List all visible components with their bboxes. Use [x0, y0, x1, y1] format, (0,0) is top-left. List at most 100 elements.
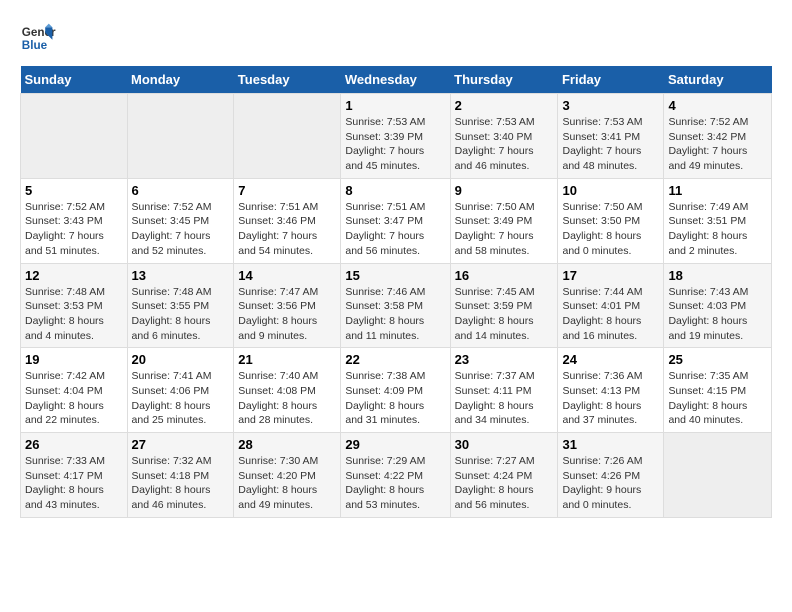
calendar-day-cell	[21, 94, 128, 179]
calendar-day-cell: 14 Sunrise: 7:47 AM Sunset: 3:56 PM Dayli…	[234, 263, 341, 348]
weekday-header: Friday	[558, 66, 664, 94]
day-number: 3	[562, 98, 659, 113]
calendar-day-cell	[664, 433, 772, 518]
day-info: Sunrise: 7:52 AM Sunset: 3:45 PM Dayligh…	[132, 200, 230, 259]
calendar-day-cell: 24 Sunrise: 7:36 AM Sunset: 4:13 PM Dayli…	[558, 348, 664, 433]
day-number: 21	[238, 352, 336, 367]
calendar-day-cell: 3 Sunrise: 7:53 AM Sunset: 3:41 PM Daylig…	[558, 94, 664, 179]
day-info: Sunrise: 7:40 AM Sunset: 4:08 PM Dayligh…	[238, 369, 336, 428]
calendar-day-cell: 6 Sunrise: 7:52 AM Sunset: 3:45 PM Daylig…	[127, 178, 234, 263]
calendar-week-row: 5 Sunrise: 7:52 AM Sunset: 3:43 PM Daylig…	[21, 178, 772, 263]
calendar-day-cell: 2Sunrise: 7:53 AM Sunset: 3:40 PM Daylig…	[450, 94, 558, 179]
day-number: 13	[132, 268, 230, 283]
day-info: Sunrise: 7:52 AM Sunset: 3:42 PM Dayligh…	[668, 115, 767, 174]
day-info: Sunrise: 7:33 AM Sunset: 4:17 PM Dayligh…	[25, 454, 123, 513]
weekday-header: Saturday	[664, 66, 772, 94]
day-number: 31	[562, 437, 659, 452]
day-number: 29	[345, 437, 445, 452]
calendar-day-cell	[127, 94, 234, 179]
day-info: Sunrise: 7:47 AM Sunset: 3:56 PM Dayligh…	[238, 285, 336, 344]
day-number: 7	[238, 183, 336, 198]
calendar-day-cell: 23 Sunrise: 7:37 AM Sunset: 4:11 PM Dayli…	[450, 348, 558, 433]
day-number: 28	[238, 437, 336, 452]
day-number: 2	[455, 98, 554, 113]
calendar-day-cell: 10 Sunrise: 7:50 AM Sunset: 3:50 PM Dayli…	[558, 178, 664, 263]
day-info: Sunrise: 7:36 AM Sunset: 4:13 PM Dayligh…	[562, 369, 659, 428]
day-info: Sunrise: 7:27 AM Sunset: 4:24 PM Dayligh…	[455, 454, 554, 513]
day-number: 17	[562, 268, 659, 283]
calendar-day-cell: 16 Sunrise: 7:45 AM Sunset: 3:59 PM Dayli…	[450, 263, 558, 348]
day-number: 12	[25, 268, 123, 283]
day-number: 14	[238, 268, 336, 283]
calendar-day-cell: 20 Sunrise: 7:41 AM Sunset: 4:06 PM Dayli…	[127, 348, 234, 433]
calendar-table: SundayMondayTuesdayWednesdayThursdayFrid…	[20, 66, 772, 518]
day-number: 6	[132, 183, 230, 198]
calendar-day-cell	[234, 94, 341, 179]
weekday-header: Thursday	[450, 66, 558, 94]
calendar-header: SundayMondayTuesdayWednesdayThursdayFrid…	[21, 66, 772, 94]
day-info: Sunrise: 7:29 AM Sunset: 4:22 PM Dayligh…	[345, 454, 445, 513]
day-number: 4	[668, 98, 767, 113]
calendar-day-cell: 13 Sunrise: 7:48 AM Sunset: 3:55 PM Dayli…	[127, 263, 234, 348]
day-info: Sunrise: 7:49 AM Sunset: 3:51 PM Dayligh…	[668, 200, 767, 259]
calendar-day-cell: 1 Sunrise: 7:53 AM Sunset: 3:39 PM Daylig…	[341, 94, 450, 179]
calendar-week-row: 26Sunrise: 7:33 AM Sunset: 4:17 PM Dayli…	[21, 433, 772, 518]
calendar-day-cell: 7Sunrise: 7:51 AM Sunset: 3:46 PM Daylig…	[234, 178, 341, 263]
day-info: Sunrise: 7:50 AM Sunset: 3:49 PM Dayligh…	[455, 200, 554, 259]
day-info: Sunrise: 7:37 AM Sunset: 4:11 PM Dayligh…	[455, 369, 554, 428]
day-number: 19	[25, 352, 123, 367]
weekday-header: Wednesday	[341, 66, 450, 94]
day-number: 5	[25, 183, 123, 198]
calendar-day-cell: 15 Sunrise: 7:46 AM Sunset: 3:58 PM Dayli…	[341, 263, 450, 348]
calendar-day-cell: 30 Sunrise: 7:27 AM Sunset: 4:24 PM Dayli…	[450, 433, 558, 518]
day-info: Sunrise: 7:35 AM Sunset: 4:15 PM Dayligh…	[668, 369, 767, 428]
day-number: 15	[345, 268, 445, 283]
day-number: 8	[345, 183, 445, 198]
day-number: 23	[455, 352, 554, 367]
calendar-week-row: 1 Sunrise: 7:53 AM Sunset: 3:39 PM Daylig…	[21, 94, 772, 179]
svg-text:Blue: Blue	[22, 39, 48, 52]
day-number: 24	[562, 352, 659, 367]
calendar-day-cell: 27 Sunrise: 7:32 AM Sunset: 4:18 PM Dayli…	[127, 433, 234, 518]
day-number: 20	[132, 352, 230, 367]
calendar-day-cell: 22Sunrise: 7:38 AM Sunset: 4:09 PM Dayli…	[341, 348, 450, 433]
calendar-day-cell: 12Sunrise: 7:48 AM Sunset: 3:53 PM Dayli…	[21, 263, 128, 348]
weekday-header: Sunday	[21, 66, 128, 94]
day-number: 1	[345, 98, 445, 113]
day-info: Sunrise: 7:41 AM Sunset: 4:06 PM Dayligh…	[132, 369, 230, 428]
day-number: 11	[668, 183, 767, 198]
day-info: Sunrise: 7:32 AM Sunset: 4:18 PM Dayligh…	[132, 454, 230, 513]
logo: General Blue	[20, 20, 56, 56]
calendar-day-cell: 25 Sunrise: 7:35 AM Sunset: 4:15 PM Dayli…	[664, 348, 772, 433]
weekday-header: Tuesday	[234, 66, 341, 94]
day-info: Sunrise: 7:52 AM Sunset: 3:43 PM Dayligh…	[25, 200, 123, 259]
calendar-day-cell: 17 Sunrise: 7:44 AM Sunset: 4:01 PM Dayli…	[558, 263, 664, 348]
day-info: Sunrise: 7:50 AM Sunset: 3:50 PM Dayligh…	[562, 200, 659, 259]
calendar-day-cell: 4 Sunrise: 7:52 AM Sunset: 3:42 PM Daylig…	[664, 94, 772, 179]
calendar-day-cell: 26Sunrise: 7:33 AM Sunset: 4:17 PM Dayli…	[21, 433, 128, 518]
day-number: 10	[562, 183, 659, 198]
day-number: 16	[455, 268, 554, 283]
day-info: Sunrise: 7:45 AM Sunset: 3:59 PM Dayligh…	[455, 285, 554, 344]
day-number: 30	[455, 437, 554, 452]
calendar-day-cell: 21 Sunrise: 7:40 AM Sunset: 4:08 PM Dayli…	[234, 348, 341, 433]
day-info: Sunrise: 7:53 AM Sunset: 3:39 PM Dayligh…	[345, 115, 445, 174]
day-info: Sunrise: 7:44 AM Sunset: 4:01 PM Dayligh…	[562, 285, 659, 344]
day-number: 27	[132, 437, 230, 452]
calendar-day-cell: 19Sunrise: 7:42 AM Sunset: 4:04 PM Dayli…	[21, 348, 128, 433]
weekday-header: Monday	[127, 66, 234, 94]
day-info: Sunrise: 7:38 AM Sunset: 4:09 PM Dayligh…	[345, 369, 445, 428]
calendar-day-cell: 8 Sunrise: 7:51 AM Sunset: 3:47 PM Daylig…	[341, 178, 450, 263]
day-info: Sunrise: 7:53 AM Sunset: 3:41 PM Dayligh…	[562, 115, 659, 174]
calendar-day-cell: 31Sunrise: 7:26 AM Sunset: 4:26 PM Dayli…	[558, 433, 664, 518]
day-info: Sunrise: 7:48 AM Sunset: 3:55 PM Dayligh…	[132, 285, 230, 344]
calendar-day-cell: 11 Sunrise: 7:49 AM Sunset: 3:51 PM Dayli…	[664, 178, 772, 263]
day-number: 25	[668, 352, 767, 367]
day-info: Sunrise: 7:46 AM Sunset: 3:58 PM Dayligh…	[345, 285, 445, 344]
day-info: Sunrise: 7:51 AM Sunset: 3:47 PM Dayligh…	[345, 200, 445, 259]
calendar-week-row: 19Sunrise: 7:42 AM Sunset: 4:04 PM Dayli…	[21, 348, 772, 433]
day-info: Sunrise: 7:30 AM Sunset: 4:20 PM Dayligh…	[238, 454, 336, 513]
calendar-day-cell: 18Sunrise: 7:43 AM Sunset: 4:03 PM Dayli…	[664, 263, 772, 348]
calendar-day-cell: 5 Sunrise: 7:52 AM Sunset: 3:43 PM Daylig…	[21, 178, 128, 263]
page-header: General Blue	[20, 20, 772, 56]
